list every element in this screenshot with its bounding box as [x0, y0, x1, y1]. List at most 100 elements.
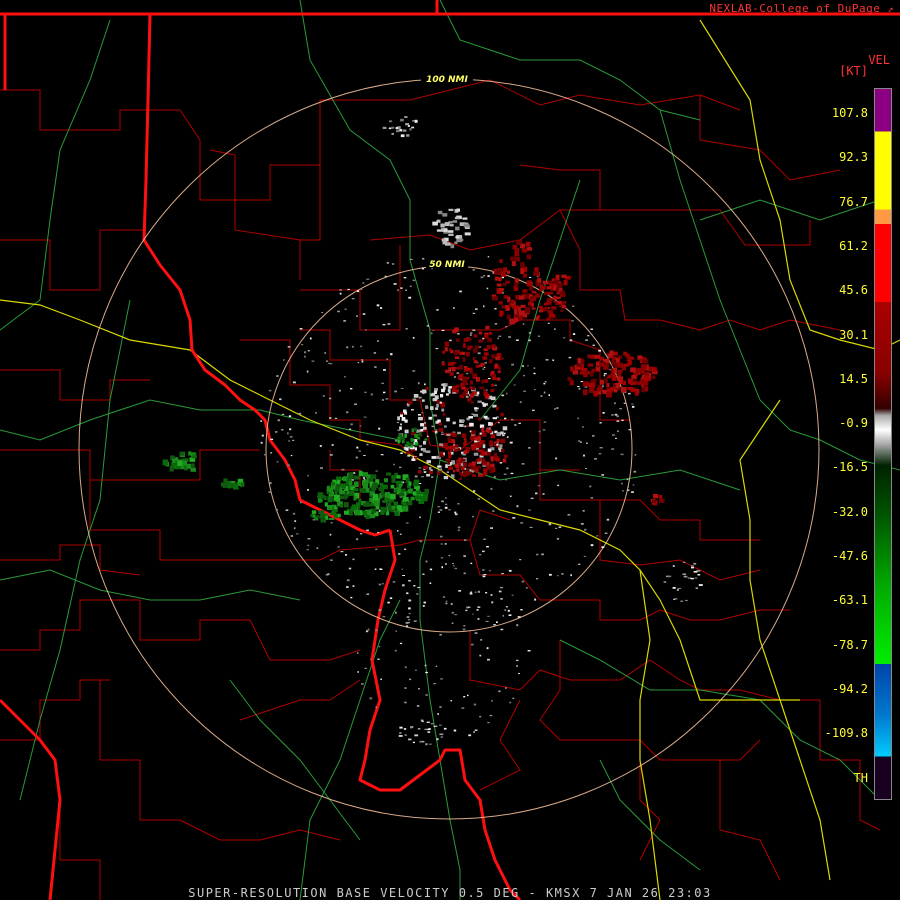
- echo-pixel: [554, 328, 556, 330]
- echo-pixel: [624, 363, 630, 367]
- echo-pixel: [357, 671, 359, 673]
- echo-pixel: [477, 352, 481, 355]
- echo-pixel: [409, 285, 412, 287]
- echo-pixel: [494, 276, 499, 281]
- echo-pixel: [394, 439, 398, 442]
- echo-pixel: [401, 417, 406, 421]
- echo-pixel: [344, 376, 346, 378]
- echo-pixel: [307, 489, 309, 491]
- echo-pixel: [452, 220, 458, 223]
- echo-pixel: [462, 376, 467, 381]
- echo-pixel: [395, 611, 397, 614]
- echo-pixel: [288, 440, 290, 442]
- echo-pixel: [459, 424, 464, 427]
- echo-pixel: [577, 386, 580, 388]
- echo-pixel: [455, 366, 460, 370]
- echo-pixel: [414, 734, 419, 737]
- echo-pixel: [493, 442, 497, 446]
- echo-pixel: [370, 474, 377, 480]
- echo-pixel: [483, 415, 488, 419]
- echo-pixel: [571, 320, 574, 322]
- echo-pixel: [399, 466, 402, 469]
- echo-pixel: [223, 478, 228, 484]
- echo-pixel: [472, 329, 476, 331]
- echo-pixel: [502, 458, 507, 463]
- echo-pixel: [424, 489, 429, 494]
- echo-pixel: [533, 372, 536, 375]
- echo-pixel: [354, 510, 361, 516]
- echo-pixel: [395, 630, 397, 632]
- echo-pixel: [463, 572, 466, 575]
- echo-pixel: [435, 665, 438, 667]
- echo-pixel: [469, 422, 474, 427]
- echo-pixel: [482, 356, 488, 360]
- echo-pixel: [489, 440, 494, 446]
- echo-pixel: [493, 452, 498, 458]
- echo-pixel: [542, 493, 545, 495]
- echo-pixel: [440, 678, 443, 680]
- echo-pixel: [365, 488, 370, 493]
- echo-pixel: [480, 276, 484, 279]
- echo-pixel: [543, 391, 546, 394]
- echo-pixel: [511, 261, 516, 266]
- echo-pixel: [426, 325, 429, 327]
- echo-pixel: [394, 649, 397, 652]
- echo-pixel: [502, 291, 504, 294]
- echo-pixel: [407, 401, 413, 405]
- echo-pixel: [329, 397, 332, 400]
- echo-pixel: [453, 729, 457, 732]
- echo-pixel: [497, 337, 499, 340]
- echo-pixel: [410, 258, 413, 260]
- echo-pixel: [494, 323, 498, 325]
- product-footer: SUPER-RESOLUTION BASE VELOCITY 0.5 DEG -…: [188, 886, 712, 900]
- echo-pixel: [516, 659, 519, 662]
- echo-pixel: [504, 432, 506, 435]
- echo-pixel: [499, 310, 504, 315]
- echo-pixel: [619, 408, 623, 410]
- echo-pixel: [470, 592, 473, 595]
- echo-pixel: [369, 513, 376, 519]
- echo-pixel: [680, 600, 684, 602]
- echo-pixel: [492, 510, 495, 512]
- echo-pixel: [478, 339, 484, 343]
- echo-pixel: [493, 476, 496, 478]
- echo-pixel: [633, 470, 637, 473]
- echo-pixel: [590, 497, 594, 499]
- echo-pixel: [514, 308, 518, 315]
- echo-pixel: [509, 495, 512, 497]
- legend-label: 45.6: [839, 283, 868, 298]
- echo-pixel: [350, 423, 353, 426]
- echo-pixel: [582, 510, 585, 512]
- echo-pixel: [227, 483, 232, 489]
- echo-pixel: [473, 334, 478, 338]
- echo-pixel: [287, 432, 289, 435]
- echo-pixel: [277, 419, 280, 422]
- echo-pixel: [454, 614, 458, 616]
- echo-pixel: [408, 580, 411, 582]
- echo-pixel: [659, 495, 663, 499]
- echo-pixel: [318, 510, 325, 515]
- echo-pixel: [464, 232, 471, 236]
- legend-label: -109.8: [824, 726, 868, 741]
- echo-pixel: [430, 332, 433, 335]
- echo-pixel: [408, 481, 412, 486]
- echo-pixel: [425, 560, 428, 563]
- echo-pixel: [454, 216, 460, 220]
- echo-pixel: [563, 337, 566, 339]
- echo-pixel: [623, 402, 626, 404]
- echo-pixel: [461, 419, 465, 422]
- echo-pixel: [487, 448, 491, 453]
- echo-pixel: [307, 538, 311, 540]
- echo-pixel: [520, 262, 525, 268]
- echo-pixel: [487, 337, 492, 343]
- echo-pixel: [611, 357, 615, 362]
- echo-pixel: [306, 549, 309, 551]
- echo-pixel: [430, 406, 434, 410]
- echo-pixel: [482, 337, 485, 340]
- echo-pixel: [521, 463, 525, 465]
- echo-pixel: [471, 474, 477, 477]
- echo-pixel: [451, 622, 454, 624]
- echo-pixel: [436, 400, 440, 404]
- echo-pixel: [487, 658, 490, 661]
- echo-pixel: [557, 484, 560, 487]
